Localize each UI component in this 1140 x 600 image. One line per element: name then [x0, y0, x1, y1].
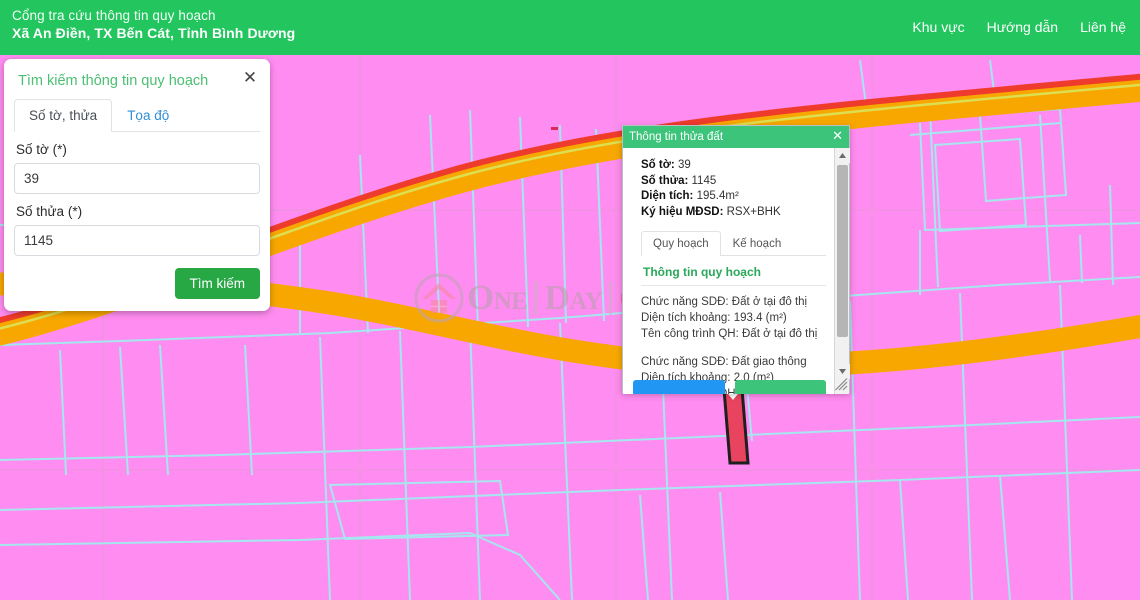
nav-item-huong-dan[interactable]: Hướng dẫn [987, 19, 1058, 35]
application-root: Cổng tra cứu thông tin quy hoạch Xã An Đ… [0, 0, 1140, 600]
tab-quy-hoach[interactable]: Quy hoạch [641, 231, 721, 256]
so-to-label: Số tờ (*) [16, 142, 67, 157]
tab-ke-hoach[interactable]: Kế hoạch [721, 231, 794, 256]
scroll-up-icon[interactable] [835, 148, 850, 163]
search-panel: Tìm kiếm thông tin quy hoạch ✕ Số tờ, th… [4, 59, 270, 311]
app-header: Cổng tra cứu thông tin quy hoạch Xã An Đ… [0, 0, 1140, 55]
header-nav: Khu vực Hướng dẫn Liên hệ [912, 19, 1126, 35]
attr-so-to: Số tờ: 39 [641, 158, 826, 174]
attr-so-to-value: 39 [677, 159, 691, 171]
attr-dien-tich-key: Diện tích: [641, 190, 694, 202]
so-to-input[interactable] [14, 163, 260, 194]
planning-section-title: Thông tin quy hoạch [643, 265, 761, 279]
planning-area: Diện tích khoảng: 193.4 (m²) [641, 312, 787, 324]
popup-scrollbar[interactable] [834, 148, 850, 394]
parcel-info-footer [623, 380, 836, 394]
search-panel-actions: Tìm kiếm [14, 268, 260, 299]
attr-so-thua-key: Số thửa: [641, 174, 689, 187]
nav-item-khu-vuc[interactable]: Khu vực [912, 19, 964, 35]
map-marker-tick [551, 127, 558, 130]
close-icon[interactable]: ✕ [242, 69, 258, 87]
parcel-info-title: Thông tin thửa đất [629, 131, 724, 143]
parcel-info-tabs: Quy hoạch Kế hoạch [641, 231, 826, 256]
primary-action-button[interactable] [633, 380, 725, 394]
attr-dien-tich-value: 195.4m² [696, 190, 739, 202]
so-thua-label: Số thửa (*) [16, 204, 83, 219]
scrollbar-thumb[interactable] [837, 165, 848, 337]
header-subtitle: Cổng tra cứu thông tin quy hoạch [12, 8, 216, 23]
close-icon[interactable]: ✕ [832, 129, 843, 142]
parcel-info-body: Số tờ: 39 Số thửa: 1145 Diện tích: 195.4… [623, 148, 836, 394]
planning-project: Tên công trình QH: Đất ở tại đô thị [641, 328, 818, 340]
resize-handle-icon[interactable] [835, 378, 848, 391]
search-button[interactable]: Tìm kiếm [174, 268, 260, 299]
attr-ky-hieu-mdsd-value: RSX+BHK [726, 205, 781, 218]
header-titles: Cổng tra cứu thông tin quy hoạch Xã An Đ… [12, 7, 295, 43]
planning-group: Chức năng SDĐ: Đất ở tại đô thị Diện tíc… [641, 294, 826, 342]
planning-function: Chức năng SDĐ: Đất ở tại đô thị [641, 296, 808, 308]
attr-dien-tich: Diện tích: 195.4m² [641, 189, 826, 205]
planning-function: Chức năng SDĐ: Đất giao thông [641, 356, 807, 368]
attr-ky-hieu-mdsd: Ký hiệu MĐSD: RSX+BHK [641, 205, 826, 221]
selected-parcel-highlight[interactable] [722, 387, 750, 465]
secondary-action-button[interactable] [734, 380, 826, 394]
attr-ky-hieu-mdsd-key: Ký hiệu MĐSD: [641, 205, 724, 218]
header-title: Xã An Điền, TX Bến Cát, Tỉnh Bình Dương [12, 25, 296, 41]
parcel-info-header: Thông tin thửa đất ✕ [623, 126, 849, 148]
tab-so-to-thua[interactable]: Số tờ, thửa [14, 99, 113, 132]
attr-so-thua-value: 1145 [691, 174, 717, 187]
tab-toa-do[interactable]: Tọa độ [112, 99, 184, 132]
nav-item-lien-he[interactable]: Liên hệ [1080, 19, 1126, 35]
attr-so-to-key: Số tờ: [641, 159, 675, 171]
so-thua-input[interactable] [14, 225, 260, 256]
scroll-down-icon[interactable] [835, 364, 850, 379]
search-panel-title: Tìm kiếm thông tin quy hoạch [18, 73, 209, 89]
search-panel-tabs: Số tờ, thửa Tọa độ [14, 99, 260, 132]
attr-so-thua: Số thửa: 1145 [641, 174, 826, 190]
parcel-info-popup: Thông tin thửa đất ✕ Số tờ: 39 Số thửa: … [622, 125, 850, 394]
divider [641, 285, 826, 286]
